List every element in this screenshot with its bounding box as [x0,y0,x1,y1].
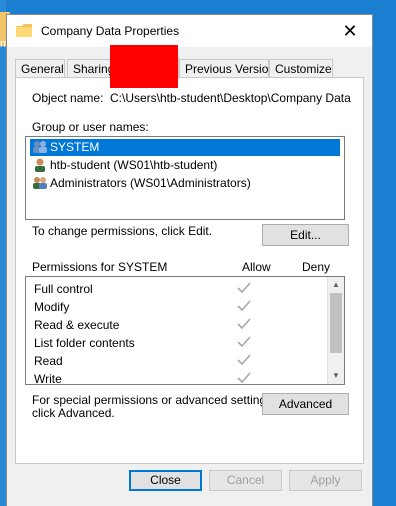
permission-row-full-control: Full control [34,280,334,298]
list-item-label: SYSTEM [50,140,100,154]
scroll-down-icon[interactable]: ▼ [331,371,341,381]
group-user-list[interactable]: SYSTEM htb-student (WS01\htb-student) Ad… [25,136,345,220]
allow-check-icon [237,282,251,294]
dialog-footer: Close Cancel Apply [7,464,372,506]
tab-customize[interactable]: Customize [269,59,333,78]
tab-general[interactable]: General [15,59,65,78]
scroll-up-icon[interactable]: ▲ [331,280,341,290]
permissions-list[interactable]: Full control Modify Read & execute List … [25,276,345,388]
properties-dialog: Company Data Properties ✕ General Sharin… [6,14,373,506]
group-icon [33,177,47,189]
permission-name: Write [34,372,62,386]
allow-check-icon [237,300,251,312]
permission-row-read-execute: Read & execute [34,316,334,334]
deny-column-header: Deny [302,260,331,274]
list-item-label: Administrators (WS01\Administrators) [50,176,251,190]
permission-name: Read [34,354,63,368]
special-permissions-text-1: For special permissions or advanced sett… [32,393,276,407]
object-name-label: Object name: [32,91,104,105]
allow-check-icon [237,372,251,384]
close-icon[interactable]: ✕ [328,15,372,47]
group-names-label: Group or user names: [32,120,149,134]
edit-button[interactable]: Edit... [262,224,349,246]
scroll-thumb[interactable] [330,293,342,353]
special-permissions-text-2: click Advanced. [32,406,115,420]
list-item-label: htb-student (WS01\htb-student) [50,158,218,172]
folder-icon [16,24,32,37]
window-title: Company Data Properties [41,24,180,38]
apply-button[interactable]: Apply [289,470,362,491]
advanced-button[interactable]: Advanced [262,393,349,415]
permission-row-modify: Modify [34,298,334,316]
cancel-button[interactable]: Cancel [209,470,282,491]
group-icon [33,141,47,153]
object-name-value: C:\Users\htb-student\Desktop\Company Dat… [110,91,351,105]
allow-check-icon [237,354,251,366]
allow-check-icon [237,318,251,330]
allow-column-header: Allow [242,260,271,274]
list-item-administrators[interactable]: Administrators (WS01\Administrators) [30,175,251,192]
title-bar[interactable]: Company Data Properties ✕ [7,15,372,47]
permission-name: List folder contents [34,336,135,350]
permission-row-read: Read [34,352,334,370]
list-item-system[interactable]: SYSTEM [30,139,340,156]
tab-previous-versions[interactable]: Previous Versions [179,59,281,78]
permissions-header: Permissions for SYSTEM [32,260,168,274]
close-button[interactable]: Close [129,470,202,491]
permission-name: Full control [34,282,93,296]
redaction-block [110,45,178,88]
list-item-htb-student[interactable]: htb-student (WS01\htb-student) [30,157,217,174]
permission-name: Read & execute [34,318,120,332]
permission-row-list-folder-contents: List folder contents [34,334,334,352]
permission-name: Modify [34,300,70,314]
user-icon [35,158,45,172]
change-permissions-text: To change permissions, click Edit. [32,224,213,238]
allow-check-icon [237,336,251,348]
permissions-scrollbar[interactable]: ▲ ▼ [327,277,344,384]
permission-row-write: Write [34,370,334,388]
